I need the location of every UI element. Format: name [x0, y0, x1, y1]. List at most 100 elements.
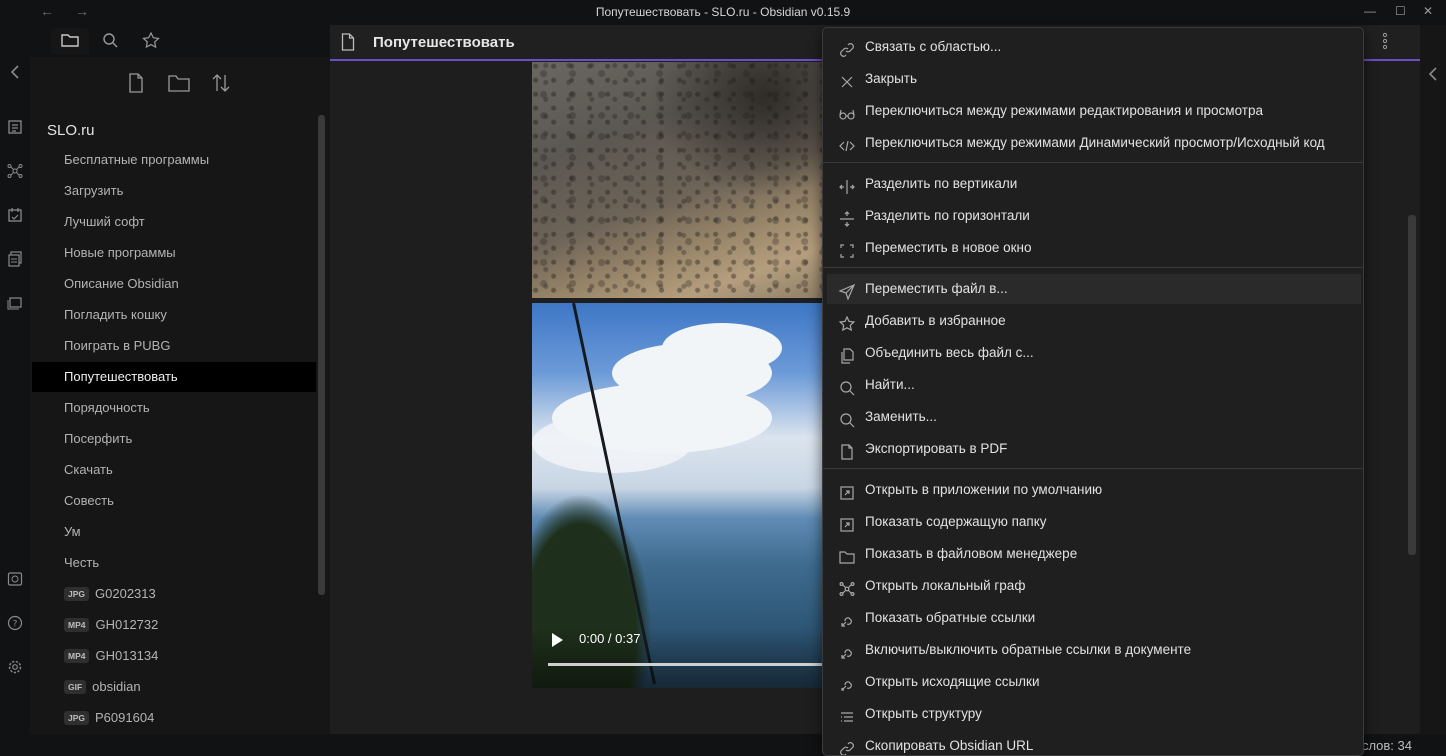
menu-item-label: Скопировать Obsidian URL — [865, 738, 1034, 753]
file-item[interactable]: MP4 GH012732 — [32, 610, 316, 640]
collapse-left-icon[interactable] — [6, 65, 24, 83]
star-icon — [142, 32, 160, 48]
file-item[interactable]: Бесплатные программы — [32, 145, 316, 175]
settings-icon[interactable] — [6, 659, 24, 677]
menu-item-label: Переместить в новое окно — [865, 240, 1032, 255]
more-options-icon[interactable] — [1382, 32, 1388, 55]
slides-icon[interactable] — [6, 295, 24, 313]
external-link-icon — [839, 514, 855, 532]
menu-item[interactable]: Связать с областью... — [827, 32, 1361, 62]
menu-item[interactable]: Переключиться между режимами редактирова… — [827, 96, 1361, 126]
file-item[interactable]: Честь — [32, 548, 316, 578]
sort-icon[interactable] — [211, 73, 231, 98]
view-title[interactable]: Попутешествовать — [373, 34, 515, 51]
menu-item-label: Разделить по горизонтали — [865, 208, 1030, 223]
menu-item[interactable]: Найти... — [827, 370, 1361, 400]
video-time: 0:00 / 0:37 — [579, 631, 641, 646]
menu-item-label: Переключиться между режимами Динамически… — [865, 135, 1325, 150]
close-button[interactable]: ✕ — [1423, 4, 1433, 18]
menu-item[interactable]: Открыть структуру — [827, 699, 1361, 729]
file-item[interactable]: Порядочность — [32, 393, 316, 423]
menu-item[interactable]: Разделить по горизонтали — [827, 201, 1361, 231]
file-label: Поиграть в PUBG — [64, 338, 171, 353]
file-label: Лучший софт — [64, 214, 145, 229]
menu-item-label: Закрыть — [865, 71, 917, 86]
menu-item[interactable]: Скопировать Obsidian URL — [827, 731, 1361, 755]
link-icon — [839, 39, 855, 57]
minimize-button[interactable]: — — [1364, 4, 1376, 18]
file-item[interactable]: Новые программы — [32, 238, 316, 268]
menu-item[interactable]: Экспортировать в PDF — [827, 434, 1361, 464]
menu-item[interactable]: Открыть локальный граф — [827, 571, 1361, 601]
editor-scrollbar[interactable] — [1408, 215, 1416, 555]
maximize-button[interactable]: ☐ — [1395, 4, 1406, 18]
file-item[interactable]: Скачать — [32, 455, 316, 485]
menu-item[interactable]: Показать содержащую папку — [827, 507, 1361, 537]
menu-item-label: Открыть исходящие ссылки — [865, 674, 1040, 689]
file-item[interactable]: Ум — [32, 517, 316, 547]
menu-item-label: Переместить файл в... — [865, 281, 1008, 296]
tab-files[interactable] — [51, 28, 89, 54]
title-bar: ← → Попутешествовать - SLO.ru - Obsidian… — [0, 0, 1446, 25]
tab-bookmarks[interactable] — [132, 28, 170, 54]
expand-right-icon[interactable] — [1427, 67, 1439, 86]
graph-icon[interactable] — [6, 163, 24, 181]
file-item[interactable]: Загрузить — [32, 176, 316, 206]
menu-item[interactable]: Переместить файл в... — [827, 274, 1361, 304]
menu-item[interactable]: Разделить по вертикали — [827, 169, 1361, 199]
menu-item[interactable]: Показать обратные ссылки — [827, 603, 1361, 633]
menu-item[interactable]: Переключиться между режимами Динамически… — [827, 128, 1361, 158]
templates-icon[interactable] — [6, 251, 24, 269]
video-progress-bar[interactable] — [548, 663, 824, 666]
sidebar-tabs — [30, 25, 330, 57]
close-icon — [839, 71, 855, 88]
merge-icon — [839, 345, 855, 364]
calendar-icon[interactable] — [6, 207, 24, 225]
list-icon — [839, 706, 855, 722]
search-icon — [103, 33, 118, 48]
file-item[interactable]: Посерфить — [32, 424, 316, 454]
menu-item[interactable]: Закрыть — [827, 64, 1361, 94]
file-extension-badge: JPG — [64, 587, 90, 601]
menu-item[interactable]: Включить/выключить обратные ссылки в док… — [827, 635, 1361, 665]
file-explorer-sidebar: SLO.ru Бесплатные программы Загрузить Лучш… — [30, 25, 330, 734]
menu-item[interactable]: Заменить... — [827, 402, 1361, 432]
vault-icon[interactable] — [6, 571, 24, 589]
file-icon — [341, 33, 355, 56]
sidebar-scrollbar[interactable] — [318, 115, 325, 595]
file-item[interactable]: Попутешествовать — [32, 362, 316, 392]
help-icon[interactable]: ? — [6, 615, 24, 633]
menu-item[interactable]: Открыть в приложении по умолчанию — [827, 475, 1361, 505]
menu-item-label: Добавить в избранное — [865, 313, 1006, 328]
menu-item[interactable]: Показать в файловом менеджере — [827, 539, 1361, 569]
file-item[interactable]: MP4 GH013134 — [32, 641, 316, 671]
play-icon[interactable] — [552, 633, 563, 647]
menu-item[interactable]: Добавить в избранное — [827, 306, 1361, 336]
new-note-icon[interactable] — [128, 73, 144, 98]
file-item[interactable]: Совесть — [32, 486, 316, 516]
menu-item[interactable]: Переместить в новое окно — [827, 233, 1361, 263]
right-sidebar-collapsed — [1420, 25, 1446, 734]
file-extension-badge: MP4 — [64, 618, 90, 632]
file-icon — [839, 441, 855, 460]
file-extension-badge: GIF — [64, 680, 87, 694]
embedded-video[interactable]: 0:00 / 0:37 — [532, 303, 824, 688]
file-item[interactable]: Лучший софт — [32, 207, 316, 237]
menu-item[interactable]: Открыть исходящие ссылки — [827, 667, 1361, 697]
menu-item-label: Заменить... — [865, 409, 937, 424]
vault-name[interactable]: SLO.ru — [47, 122, 95, 139]
file-item[interactable]: Погладить кошку — [32, 300, 316, 330]
file-item[interactable]: Поиграть в PUBG — [32, 331, 316, 361]
file-label: Погладить кошку — [64, 307, 167, 322]
file-item[interactable]: GIF obsidian — [32, 672, 316, 702]
file-item[interactable]: JPG P6091604 — [32, 703, 316, 733]
file-item[interactable]: Описание Obsidian — [32, 269, 316, 299]
file-label: P6091604 — [95, 710, 155, 725]
new-folder-icon[interactable] — [168, 73, 190, 98]
outgoing-links-icon — [839, 674, 855, 691]
tab-search[interactable] — [92, 28, 130, 54]
new-window-icon — [839, 240, 855, 258]
quick-switcher-icon[interactable] — [6, 119, 24, 137]
menu-item[interactable]: Объединить весь файл с... — [827, 338, 1361, 368]
file-item[interactable]: JPG G0202313 — [32, 579, 316, 609]
